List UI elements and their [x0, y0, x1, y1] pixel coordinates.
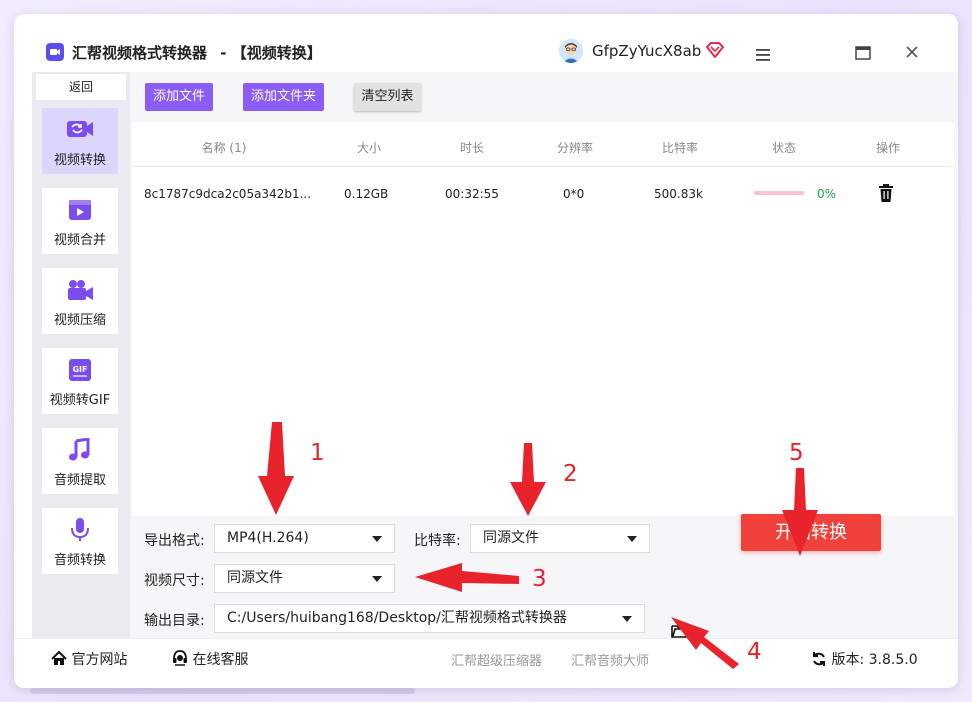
- online-service-link[interactable]: 在线客服: [172, 649, 248, 669]
- title-separator: -: [220, 44, 227, 62]
- col-header-resolution: 分辨率: [556, 141, 594, 155]
- avatar-icon[interactable]: [559, 39, 583, 63]
- header-divider: [132, 166, 954, 167]
- chevron-down-icon: [622, 616, 632, 622]
- footer: 官方网站 在线客服 汇帮超级压缩器 汇帮音频大师 版本: 3.8.5.0: [14, 638, 958, 674]
- file-name: 8c1787c9dca2c05a342b1...: [144, 187, 312, 201]
- format-label: 导出格式:: [144, 533, 205, 549]
- progress-text: 0%: [817, 187, 837, 201]
- official-site-link[interactable]: 官方网站: [51, 649, 127, 669]
- annotation-5: 5: [789, 440, 804, 466]
- sidebar-item-label: 视频转换: [53, 153, 106, 168]
- maximize-icon[interactable]: [855, 45, 871, 64]
- sidebar: 返回 视频转换 视频合并 视频压缩 GIF 视频转GIF 音频提取 音频转换: [32, 72, 130, 638]
- app-name: 汇帮视频格式转换器: [72, 44, 208, 62]
- sidebar-item-video-convert[interactable]: 视频转换: [42, 108, 118, 174]
- headset-icon: [173, 650, 187, 666]
- sidebar-item-video-merge[interactable]: 视频合并: [42, 188, 118, 254]
- version-label: 版本:: [831, 652, 865, 668]
- sidebar-item-audio-convert[interactable]: 音频转换: [42, 508, 118, 574]
- col-header-duration: 时长: [459, 141, 485, 155]
- music-note-icon: [66, 437, 94, 462]
- size-select[interactable]: 同源文件: [214, 564, 395, 593]
- main-panel: 添加文件 添加文件夹 清空列表 名称 (1) 大小 时长 分辨率 比特率 状态 …: [130, 72, 958, 638]
- window-title: 汇帮视频格式转换器 - 【视频转换】: [72, 42, 322, 63]
- sidebar-item-label: 音频转换: [53, 553, 106, 568]
- output-value: C:/Users/huibang168/Desktop/汇帮视频格式转换器: [227, 610, 567, 626]
- gif-icon: GIF: [66, 358, 94, 382]
- compressor-link[interactable]: 汇帮超级压缩器: [451, 650, 542, 669]
- annotation-3: 3: [532, 566, 547, 592]
- sidebar-item-label: 音频提取: [53, 473, 106, 488]
- sidebar-item-label: 视频压缩: [53, 313, 106, 328]
- col-header-name: 名称 (1): [201, 141, 247, 155]
- file-table: 名称 (1) 大小 时长 分辨率 比特率 状态 操作 8c1787c9dca2c…: [132, 122, 954, 516]
- col-header-bitrate: 比特率: [661, 141, 699, 155]
- close-icon[interactable]: [905, 44, 919, 63]
- clear-list-button[interactable]: 清空列表: [354, 83, 421, 111]
- video-compress-icon: [66, 278, 94, 302]
- official-site-label: 官方网站: [71, 652, 128, 668]
- chevron-down-icon: [372, 536, 382, 542]
- size-value: 同源文件: [227, 570, 283, 586]
- version-info[interactable]: 版本: 3.8.5.0: [811, 649, 918, 669]
- bitrate-value: 同源文件: [483, 530, 539, 546]
- output-path-select[interactable]: C:/Users/huibang168/Desktop/汇帮视频格式转换器: [214, 604, 645, 633]
- audio-master-link[interactable]: 汇帮音频大师: [571, 650, 649, 669]
- vip-diamond-icon[interactable]: [705, 42, 725, 62]
- bitrate-select[interactable]: 同源文件: [470, 524, 650, 553]
- video-convert-icon: [66, 118, 94, 142]
- home-icon: [51, 650, 67, 665]
- col-header-status: 状态: [771, 141, 797, 155]
- size-label: 视频尺寸:: [144, 573, 205, 589]
- page-name: 【视频转换】: [231, 44, 322, 62]
- col-header-size: 大小: [356, 141, 382, 155]
- file-resolution: 0*0: [563, 187, 585, 201]
- background-bar: [30, 688, 415, 694]
- file-size: 0.12GB: [344, 187, 389, 201]
- format-value: MP4(H.264): [227, 530, 309, 546]
- file-bitrate: 500.83k: [654, 187, 703, 201]
- bitrate-label: 比特率:: [414, 533, 461, 549]
- video-merge-icon: [66, 198, 94, 222]
- format-select[interactable]: MP4(H.264): [214, 524, 395, 553]
- progress-bar: [754, 191, 804, 195]
- app-window: 汇帮视频格式转换器 - 【视频转换】 GfpZyYucX8ab 返回 视频转换 …: [14, 14, 958, 688]
- annotation-1: 1: [310, 440, 325, 466]
- annotation-4: 4: [747, 639, 762, 665]
- chevron-down-icon: [372, 576, 382, 582]
- sidebar-item-label: 视频转GIF: [49, 393, 111, 408]
- online-service-label: 在线客服: [192, 652, 249, 668]
- title-bar: 汇帮视频格式转换器 - 【视频转换】 GfpZyYucX8ab: [14, 14, 958, 72]
- sidebar-item-audio-extract[interactable]: 音频提取: [42, 428, 118, 494]
- annotation-2: 2: [563, 461, 578, 487]
- menu-icon[interactable]: [756, 46, 770, 65]
- sidebar-item-video-compress[interactable]: 视频压缩: [42, 268, 118, 334]
- refresh-icon: [813, 652, 825, 666]
- svg-text:GIF: GIF: [72, 365, 87, 374]
- col-header-action: 操作: [875, 141, 901, 155]
- sidebar-item-video-gif[interactable]: GIF 视频转GIF: [42, 348, 118, 414]
- add-folder-button[interactable]: 添加文件夹: [243, 83, 324, 111]
- sidebar-item-label: 视频合并: [53, 233, 106, 248]
- add-file-button[interactable]: 添加文件: [145, 83, 213, 111]
- start-convert-button[interactable]: 开始转换: [741, 514, 881, 551]
- microphone-icon: [66, 518, 94, 542]
- output-label: 输出目录:: [144, 613, 205, 629]
- username[interactable]: GfpZyYucX8ab: [592, 42, 701, 60]
- back-button[interactable]: 返回: [36, 74, 126, 100]
- app-logo-icon: [46, 43, 64, 61]
- chevron-down-icon: [627, 536, 637, 542]
- trash-icon[interactable]: [878, 184, 894, 206]
- version-number: 3.8.5.0: [868, 652, 918, 668]
- file-duration: 00:32:55: [445, 187, 499, 201]
